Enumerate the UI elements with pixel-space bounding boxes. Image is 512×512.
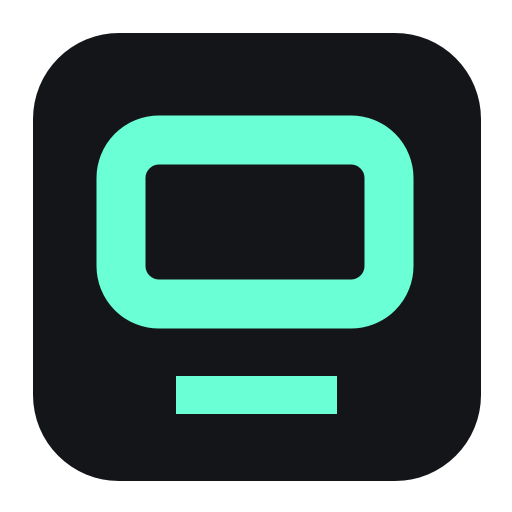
icon-canvas — [0, 0, 512, 512]
monitor-stand-bar — [176, 376, 337, 414]
monitor-icon — [33, 33, 481, 481]
app-icon-tile[interactable] — [33, 33, 481, 481]
